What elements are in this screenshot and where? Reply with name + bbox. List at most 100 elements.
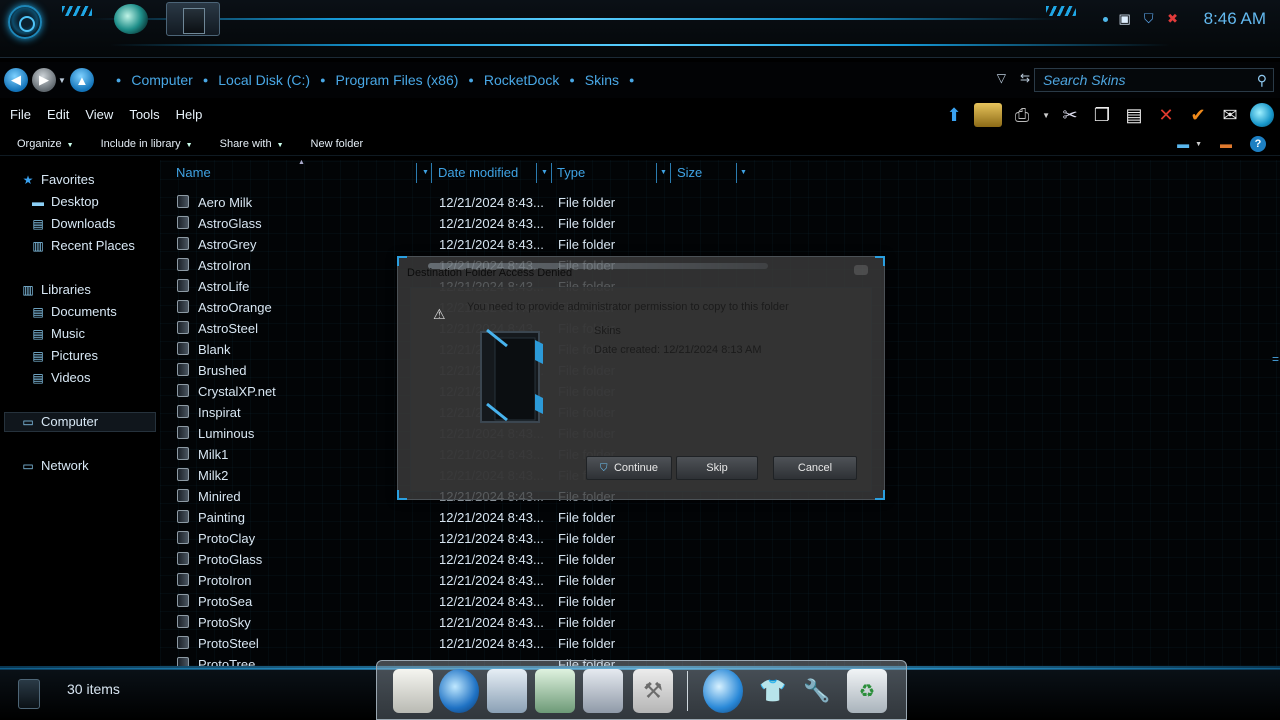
table-row[interactable]: Aero Milk 12/21/2024 8:43... File folder (160, 192, 760, 213)
tshirt-icon[interactable]: 👕 (753, 669, 793, 713)
up-button[interactable]: ▲ (69, 68, 94, 92)
include-in-library-button[interactable]: Include in library ▼ (101, 138, 193, 150)
breadcrumb-separator[interactable]: ● (629, 75, 634, 85)
view-options-icon[interactable]: ▬ (1177, 137, 1189, 151)
checkmark-icon[interactable]: ✔ (1186, 103, 1210, 127)
internet-explorer-icon[interactable] (439, 669, 479, 713)
drive-icon[interactable] (974, 103, 1003, 127)
notepad-icon[interactable] (393, 669, 433, 713)
table-row[interactable]: ProtoClay 12/21/2024 8:43... File folder (160, 528, 760, 549)
nav-libraries[interactable]: ▥ Libraries (20, 282, 91, 297)
monitor-icon[interactable]: ▣ (1118, 12, 1132, 26)
column-size[interactable]: Size (677, 165, 702, 180)
start-button[interactable] (8, 5, 42, 39)
shield-icon[interactable]: ⛉ (1142, 12, 1156, 26)
globe-icon[interactable] (1250, 103, 1274, 127)
column-type-filter-icon[interactable]: ▼ (660, 169, 667, 176)
nav-recent-places[interactable]: ▥ Recent Places (30, 238, 135, 253)
column-divider[interactable] (736, 163, 737, 183)
continue-button[interactable]: ⛉ Continue (586, 456, 672, 480)
mail-icon[interactable]: ✉ (1218, 103, 1242, 127)
breadcrumb-separator[interactable]: ● (203, 75, 208, 85)
help-icon[interactable]: ? (1250, 136, 1266, 152)
column-divider[interactable] (431, 163, 432, 183)
preview-pane-icon[interactable]: ▬ (1220, 137, 1232, 151)
column-name-filter-icon[interactable]: ▼ (422, 169, 429, 176)
column-size-filter-icon[interactable]: ▼ (740, 169, 747, 176)
column-date-filter-icon[interactable]: ▼ (541, 169, 548, 176)
paste-icon[interactable]: ▤ (1122, 103, 1146, 127)
column-divider[interactable] (656, 163, 657, 183)
nav-pictures[interactable]: ▤ Pictures (30, 348, 98, 363)
taskbar-app-explorer-icon[interactable] (166, 2, 220, 36)
folder-icon[interactable] (535, 669, 575, 713)
column-date-modified[interactable]: Date modified (438, 165, 518, 180)
tools-icon[interactable]: ⚒ (633, 669, 673, 713)
table-row[interactable]: ProtoSteel 12/21/2024 8:43... File folder (160, 633, 760, 654)
menu-tools[interactable]: Tools (129, 107, 159, 122)
nav-videos[interactable]: ▤ Videos (30, 370, 90, 385)
nav-computer[interactable]: ▭ Computer (20, 414, 98, 429)
column-name[interactable]: Name (176, 165, 211, 180)
refresh-icon[interactable]: ⇆ (1020, 71, 1030, 85)
table-row[interactable]: AstroGlass 12/21/2024 8:43... File folder (160, 213, 760, 234)
cancel-button[interactable]: Cancel (773, 456, 857, 480)
column-divider[interactable] (670, 163, 671, 183)
upload-icon[interactable]: ⬆ (942, 103, 966, 127)
network-error-icon[interactable]: ✖ (1166, 12, 1180, 26)
folder-icon[interactable] (487, 669, 527, 713)
skip-button[interactable]: Skip (676, 456, 758, 480)
menu-file[interactable]: File (10, 107, 31, 122)
nav-desktop[interactable]: ▬ Desktop (30, 194, 99, 209)
breadcrumb-separator[interactable]: ● (569, 75, 574, 85)
nav-favorites[interactable]: ★ Favorites (20, 172, 95, 187)
breadcrumb-computer[interactable]: Computer (131, 72, 192, 88)
forward-button[interactable]: ▶ (32, 68, 56, 92)
folder-icon[interactable] (583, 669, 623, 713)
breadcrumb-separator[interactable]: ● (468, 75, 473, 85)
organize-button[interactable]: Organize ▼ (17, 138, 74, 150)
table-row[interactable]: ProtoIron 12/21/2024 8:43... File folder (160, 570, 760, 591)
back-button[interactable]: ◀ (4, 68, 28, 92)
nav-music[interactable]: ▤ Music (30, 326, 85, 341)
menu-view[interactable]: View (85, 107, 113, 122)
breadcrumb-skins[interactable]: Skins (585, 72, 619, 88)
cut-icon[interactable]: ✂ (1058, 103, 1082, 127)
table-row[interactable]: ProtoSky 12/21/2024 8:43... File folder (160, 612, 760, 633)
clock[interactable]: 8:46 AM (1204, 9, 1266, 29)
taskbar-app-globe-icon[interactable] (114, 4, 148, 34)
nav-documents[interactable]: ▤ Documents (30, 304, 116, 319)
nav-downloads[interactable]: ▤ Downloads (30, 216, 115, 231)
history-dropdown-icon[interactable]: ▼ (58, 76, 66, 85)
table-row[interactable]: ProtoSea 12/21/2024 8:43... File folder (160, 591, 760, 612)
share-with-button[interactable]: Share with ▼ (220, 138, 284, 150)
recycle-bin-icon[interactable]: ♻ (847, 669, 887, 713)
search-input[interactable]: Search Skins ⚲ (1034, 68, 1274, 92)
column-type[interactable]: Type (557, 165, 585, 180)
breadcrumb-separator[interactable]: ● (320, 75, 325, 85)
nav-network[interactable]: ▭ Network (20, 458, 88, 473)
new-folder-button[interactable]: New folder (311, 138, 364, 150)
breadcrumb-local-disk[interactable]: Local Disk (C:) (218, 72, 310, 88)
breadcrumb-rocketdock[interactable]: RocketDock (484, 72, 559, 88)
search-icon[interactable]: ⚲ (1257, 72, 1267, 89)
address-dropdown-icon[interactable]: ▽ (997, 71, 1006, 85)
wrench-icon[interactable]: 🔧 (797, 669, 837, 713)
delete-icon[interactable]: ✕ (1154, 103, 1178, 127)
printer-dropdown-icon[interactable]: ▼ (1042, 111, 1050, 120)
table-row[interactable]: AstroGrey 12/21/2024 8:43... File folder (160, 234, 760, 255)
menu-edit[interactable]: Edit (47, 107, 69, 122)
view-dropdown-icon[interactable]: ▼ (1195, 141, 1202, 148)
copy-icon[interactable]: ❐ (1090, 103, 1114, 127)
table-row[interactable]: ProtoGlass 12/21/2024 8:43... File folder (160, 549, 760, 570)
breadcrumb-program-files[interactable]: Program Files (x86) (336, 72, 459, 88)
globe-icon[interactable] (703, 669, 743, 713)
dialog-close-button[interactable] (854, 265, 868, 275)
scrollbar-grip[interactable] (1272, 350, 1278, 358)
column-divider[interactable] (551, 163, 552, 183)
menu-help[interactable]: Help (176, 107, 203, 122)
table-row[interactable]: Painting 12/21/2024 8:43... File folder (160, 507, 760, 528)
column-divider[interactable] (416, 163, 417, 183)
printer-icon[interactable]: ⎙ (1010, 103, 1034, 127)
column-divider[interactable] (536, 163, 537, 183)
